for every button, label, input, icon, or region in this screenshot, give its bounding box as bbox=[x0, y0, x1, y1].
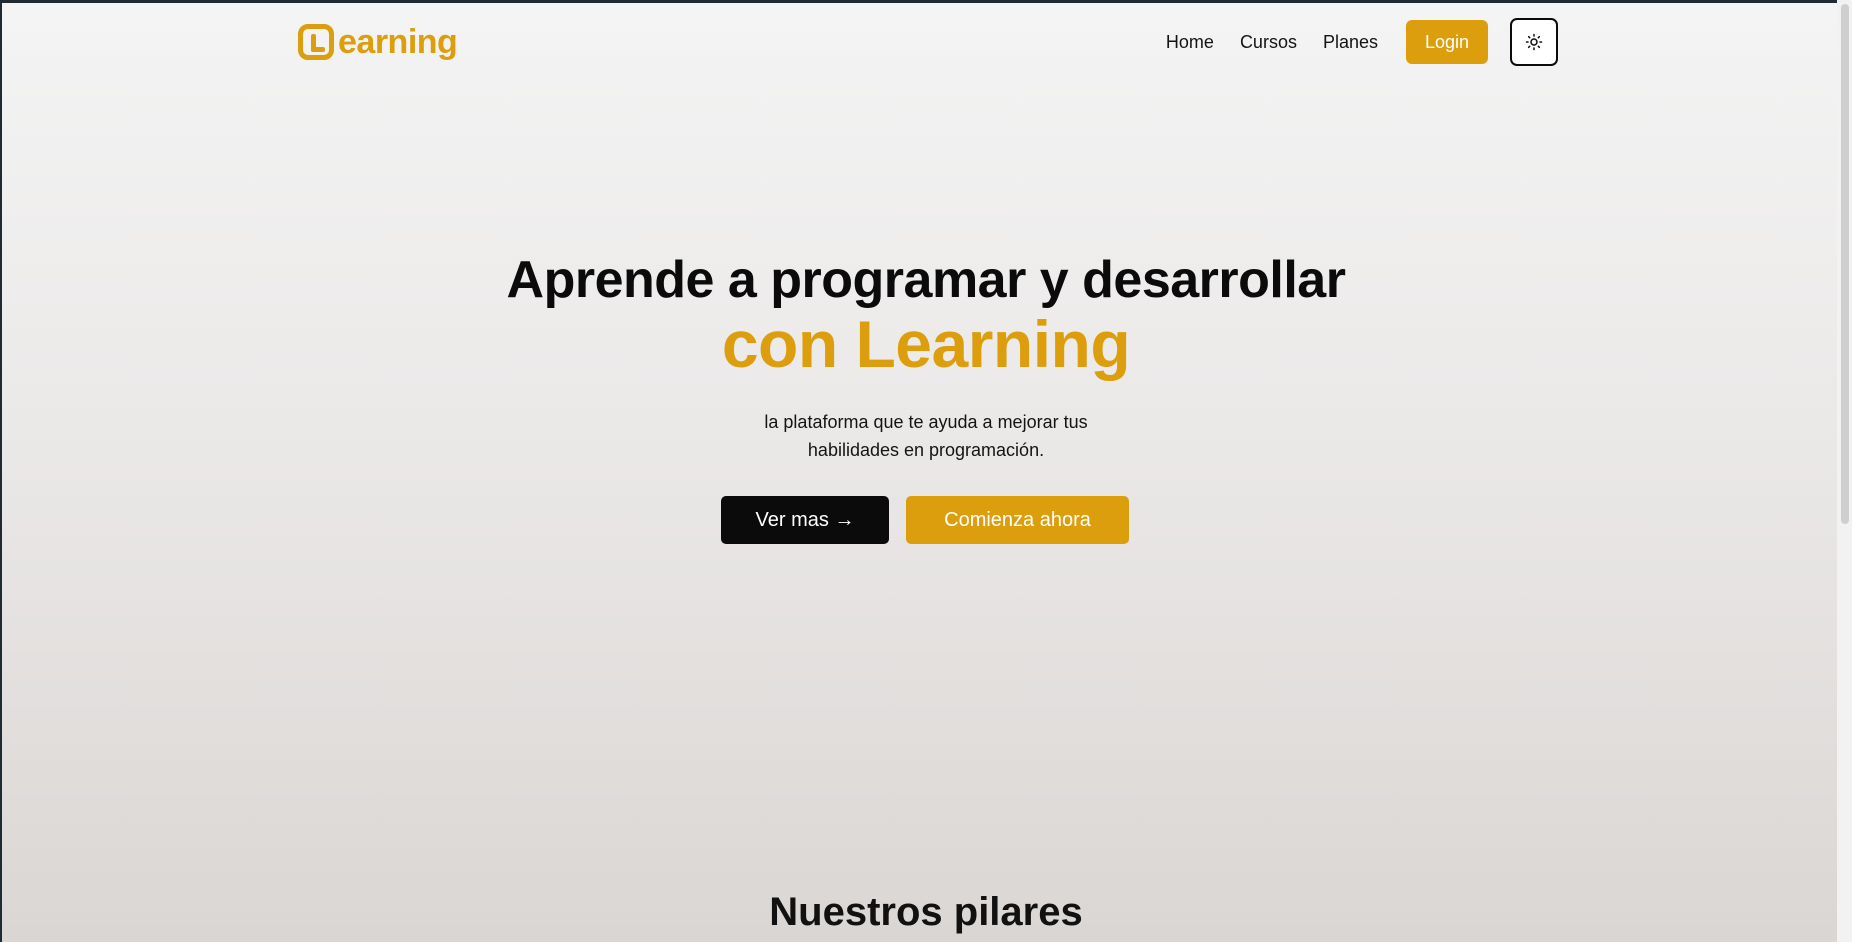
logo-text: earning bbox=[338, 22, 458, 61]
nav-link-cursos[interactable]: Cursos bbox=[1240, 32, 1297, 53]
logo-l-icon bbox=[298, 24, 334, 60]
nav-link-home[interactable]: Home bbox=[1166, 32, 1214, 53]
section-heading-pilares: Nuestros pilares bbox=[769, 890, 1083, 934]
window-frame-left bbox=[0, 0, 2, 942]
hero-description: la plataforma que te ayuda a mejorar tus… bbox=[764, 412, 1088, 460]
scrollbar-thumb[interactable] bbox=[1841, 4, 1849, 524]
nav-link-planes[interactable]: Planes bbox=[1323, 32, 1378, 53]
nav-links: Home Cursos Planes Login bbox=[1166, 18, 1558, 66]
brand-logo[interactable]: earning bbox=[298, 20, 458, 64]
hero-subtitle: con Learning bbox=[721, 307, 1131, 381]
hero-title: Aprende a programar y desarrollar bbox=[506, 251, 1346, 309]
window-frame-top bbox=[0, 0, 1852, 3]
theme-toggle-button[interactable] bbox=[1510, 18, 1558, 66]
ver-mas-button[interactable]: Ver mas → bbox=[721, 496, 889, 544]
sun-icon bbox=[1525, 33, 1543, 51]
scrollbar-track[interactable] bbox=[1837, 0, 1852, 942]
comienza-ahora-button[interactable]: Comienza ahora bbox=[906, 496, 1129, 544]
login-button[interactable]: Login bbox=[1406, 20, 1488, 64]
navbar: earning Home Cursos Planes Login bbox=[298, 18, 1558, 66]
hero-actions: Ver mas → Comienza ahora bbox=[0, 496, 1852, 544]
